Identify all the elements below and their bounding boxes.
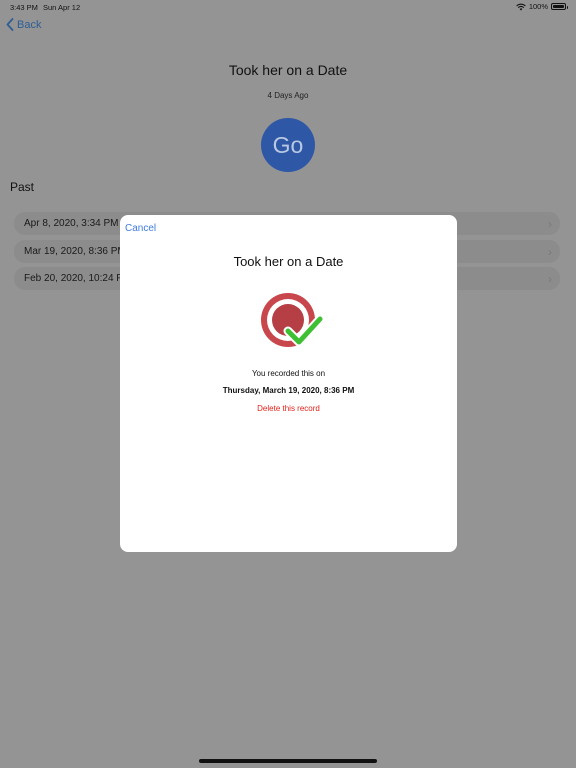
back-button[interactable]: Back — [6, 18, 41, 31]
status-right: 100% — [516, 2, 568, 11]
chevron-right-icon: › — [548, 217, 552, 231]
back-label: Back — [17, 18, 42, 31]
time-since-label: 4 Days Ago — [267, 91, 309, 100]
record-detail-modal: Cancel Took her on a Date You recorded t… — [120, 215, 457, 552]
status-date: Sun Apr 12 — [43, 3, 81, 12]
past-header: Past — [10, 180, 35, 194]
recorded-text: You recorded this on — [251, 369, 326, 378]
modal-title: Took her on a Date — [233, 254, 344, 269]
recorded-date: Thursday, March 19, 2020, 8:36 PM — [222, 386, 355, 395]
delete-record-button[interactable]: Delete this record — [120, 404, 457, 413]
wifi-icon — [516, 3, 526, 10]
go-button[interactable]: Go — [261, 118, 315, 172]
cancel-button[interactable]: Cancel — [125, 223, 156, 234]
past-record-label: Mar 19, 2020, 8:36 PM — [24, 246, 126, 257]
past-record-label: Feb 20, 2020, 10:24 PM — [24, 273, 132, 284]
page-title: Took her on a Date — [228, 62, 348, 78]
battery-percent: 100% — [528, 2, 548, 11]
chevron-right-icon: › — [548, 272, 552, 286]
past-record-label: Apr 8, 2020, 3:34 PM — [24, 218, 119, 229]
status-bar: 3:43 PM Sun Apr 12 100% — [0, 0, 576, 14]
chevron-right-icon: › — [548, 245, 552, 259]
status-time: 3:43 PM — [10, 3, 38, 12]
battery-icon — [551, 3, 568, 10]
home-indicator[interactable] — [199, 759, 377, 763]
chevron-left-icon — [6, 18, 14, 31]
recorded-check-icon — [261, 293, 325, 347]
